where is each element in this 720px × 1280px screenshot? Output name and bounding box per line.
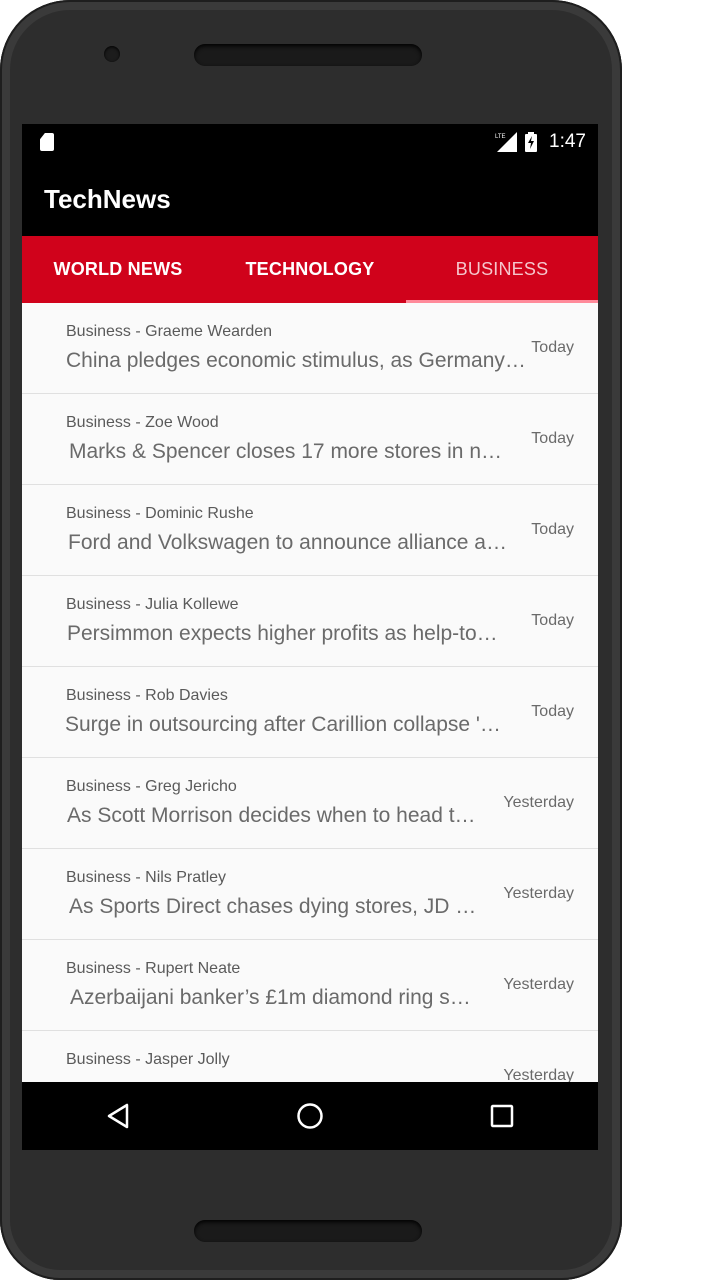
list-item[interactable]: Business - Nils Pratley As Sports Direct… xyxy=(22,849,598,940)
article-date: Today xyxy=(531,339,574,356)
bottom-speaker xyxy=(194,1220,422,1242)
article-date: Yesterday xyxy=(503,885,574,902)
article-meta: Business - Rob Davies xyxy=(66,687,228,704)
article-date: Today xyxy=(531,703,574,720)
recents-square-icon xyxy=(490,1104,514,1128)
list-item[interactable]: Business - Graeme Wearden China pledges … xyxy=(22,303,598,394)
article-headline: Surge in outsourcing after Carillion col… xyxy=(65,713,501,736)
status-right: LTE 1:47 xyxy=(495,130,586,154)
article-date: Today xyxy=(531,612,574,629)
article-headline: As Sports Direct chases dying stores, JD… xyxy=(69,895,477,918)
article-meta: Business - Zoe Wood xyxy=(66,414,219,431)
status-bar: LTE 1:47 xyxy=(22,124,598,160)
battery-charging-icon xyxy=(525,132,538,152)
article-meta: Business - Nils Pratley xyxy=(66,869,227,886)
article-headline: As Scott Morrison decides when to head t… xyxy=(67,804,476,827)
article-meta: Business - Dominic Rushe xyxy=(66,505,254,522)
svg-text:LTE: LTE xyxy=(495,134,506,140)
article-meta: Business - Rupert Neate xyxy=(66,960,241,977)
article-meta: Business - Jasper Jolly xyxy=(66,1051,230,1068)
phone-screen: LTE 1:47 TechNews WORLD NEWS TECHNOLOGY … xyxy=(22,124,598,1150)
home-circle-icon xyxy=(297,1103,323,1129)
article-meta: Business - Graeme Wearden xyxy=(66,323,273,340)
phone-frame: LTE 1:47 TechNews WORLD NEWS TECHNOLOGY … xyxy=(0,0,622,1280)
article-headline: Marks & Spencer closes 17 more stores in… xyxy=(69,440,503,463)
article-meta: Business - Julia Kollewe xyxy=(66,596,239,613)
system-nav-bar xyxy=(22,1082,598,1150)
list-item[interactable]: Business - Dominic Rushe Ford and Volksw… xyxy=(22,485,598,576)
tab-business[interactable]: BUSINESS xyxy=(406,236,598,303)
article-date: Today xyxy=(531,521,574,538)
status-time: 1:47 xyxy=(549,131,586,152)
app-bar: TechNews xyxy=(22,160,598,236)
tab-technology[interactable]: TECHNOLOGY xyxy=(214,236,406,303)
article-date: Today xyxy=(531,430,574,447)
list-item[interactable]: Business - Greg Jericho As Scott Morriso… xyxy=(22,758,598,849)
tab-world-news[interactable]: WORLD NEWS xyxy=(22,236,214,303)
front-camera xyxy=(104,46,120,62)
list-item[interactable]: Business - Zoe Wood Marks & Spencer clos… xyxy=(22,394,598,485)
home-button[interactable] xyxy=(280,1086,340,1146)
article-list: Business - Graeme Wearden China pledges … xyxy=(22,303,598,1122)
app-title: TechNews xyxy=(44,184,171,214)
article-date: Yesterday xyxy=(503,976,574,993)
recents-button[interactable] xyxy=(472,1086,532,1146)
article-headline: China pledges economic stimulus, as Germ… xyxy=(66,349,526,372)
article-headline: Persimmon expects higher profits as help… xyxy=(67,622,498,645)
earpiece-speaker xyxy=(194,44,422,66)
back-triangle-icon xyxy=(107,1103,129,1129)
article-date: Yesterday xyxy=(503,794,574,811)
list-item[interactable]: Business - Rupert Neate Azerbaijani bank… xyxy=(22,940,598,1031)
lte-signal-icon: LTE xyxy=(495,132,518,152)
article-headline: Azerbaijani banker’s £1m diamond ring s… xyxy=(70,986,471,1009)
back-button[interactable] xyxy=(88,1086,148,1146)
list-item[interactable]: Business - Julia Kollewe Persimmon expec… xyxy=(22,576,598,667)
list-item[interactable]: Business - Rob Davies Surge in outsourci… xyxy=(22,667,598,758)
sd-card-icon xyxy=(40,133,54,151)
tab-bar: WORLD NEWS TECHNOLOGY BUSINESS xyxy=(22,236,598,303)
stage: LTE 1:47 TechNews WORLD NEWS TECHNOLOGY … xyxy=(0,0,720,1280)
article-headline: Ford and Volkswagen to announce alliance… xyxy=(68,531,507,554)
article-meta: Business - Greg Jericho xyxy=(66,778,237,795)
